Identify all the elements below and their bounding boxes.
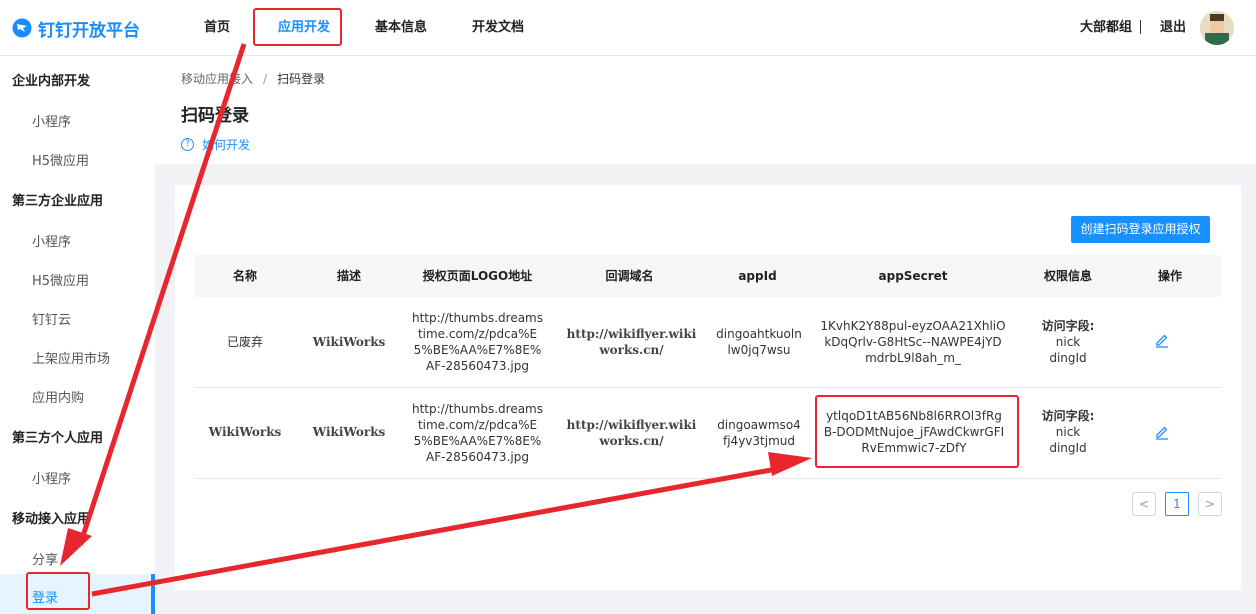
arrow-head-login xyxy=(60,528,92,566)
arrow-line-login-to-secret xyxy=(91,465,783,597)
annotation-arrows xyxy=(60,43,812,597)
arrow-line-nav-to-login xyxy=(77,43,247,546)
arrow-head-secret xyxy=(768,452,812,476)
